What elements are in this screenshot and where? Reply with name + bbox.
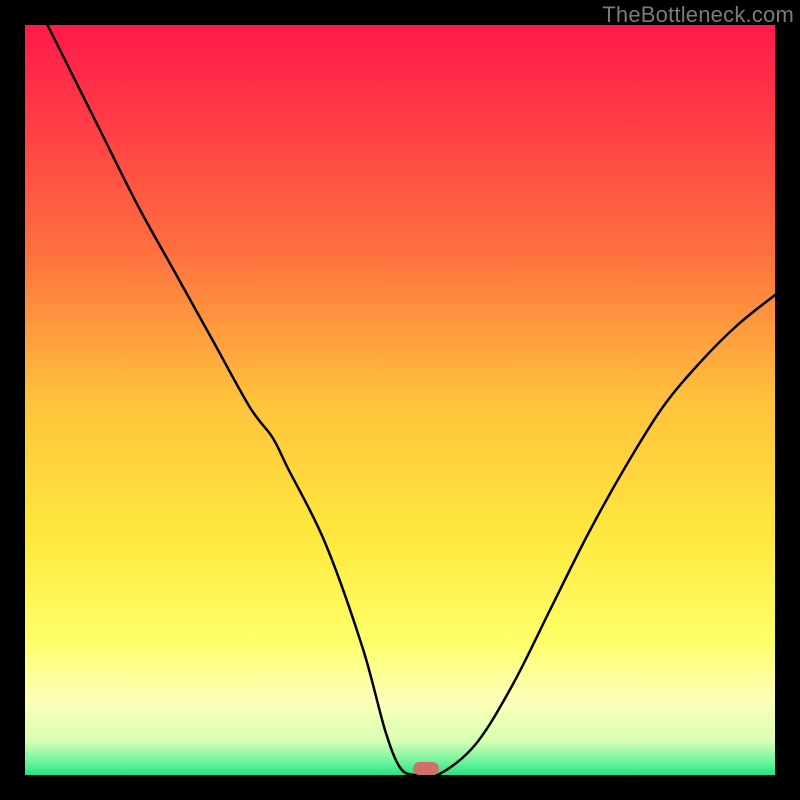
watermark-text: TheBottleneck.com [602, 2, 794, 28]
plot-area [25, 25, 775, 775]
optimal-marker [413, 762, 439, 776]
curve-layer [25, 25, 775, 775]
chart-frame: TheBottleneck.com [0, 0, 800, 800]
bottleneck-curve [48, 25, 776, 775]
